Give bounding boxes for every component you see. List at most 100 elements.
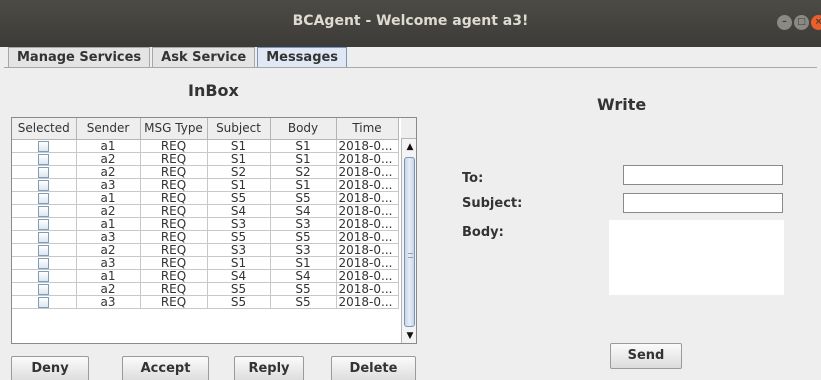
column-header-subject[interactable]: Subject	[207, 118, 271, 140]
cell-body: S5	[270, 295, 337, 309]
table-row[interactable]: a3 REQ S1 S1 2018-0...	[12, 178, 399, 192]
cell-body: S1	[270, 139, 337, 153]
cell-time: 2018-0...	[336, 256, 399, 270]
cell-sender: a3	[76, 230, 141, 244]
cell-time: 2018-0...	[336, 178, 399, 192]
deny-button[interactable]: Deny	[11, 356, 89, 380]
body-textarea[interactable]	[609, 220, 784, 295]
cell-body: S3	[270, 217, 337, 231]
row-select-checkbox[interactable]	[38, 257, 50, 268]
accept-button[interactable]: Accept	[122, 356, 209, 380]
cell-body: S2	[270, 165, 337, 179]
window-title: BCAgent - Welcome agent a3!	[292, 13, 529, 29]
column-header-msg-type[interactable]: MSG Type	[140, 118, 208, 140]
reply-button[interactable]: Reply	[234, 356, 304, 380]
cell-time: 2018-0...	[336, 217, 399, 231]
cell-body: S5	[270, 191, 337, 205]
inbox-table: Selected Sender MSG Type Subject Body Ti…	[11, 117, 417, 344]
cell-sender: a1	[76, 191, 141, 205]
maximize-icon[interactable]: □	[794, 15, 809, 30]
cell-time: 2018-0...	[336, 204, 399, 218]
table-row[interactable]: a2 REQ S1 S1 2018-0...	[12, 152, 399, 166]
tab-manage-services[interactable]: Manage Services	[8, 47, 151, 68]
send-button[interactable]: Send	[610, 343, 682, 369]
scroll-thumb[interactable]	[404, 157, 415, 327]
row-select-cell	[12, 243, 77, 257]
cell-sender: a1	[76, 139, 141, 153]
cell-body: S1	[270, 178, 337, 192]
cell-sender: a1	[76, 217, 141, 231]
cell-time: 2018-0...	[336, 165, 399, 179]
cell-subject: S1	[207, 139, 271, 153]
row-select-cell	[12, 139, 77, 153]
row-select-checkbox[interactable]	[38, 296, 50, 307]
write-title: Write	[597, 95, 647, 114]
scroll-up-icon[interactable]: ▲	[402, 139, 416, 155]
row-select-checkbox[interactable]	[38, 218, 50, 229]
cell-sender: a3	[76, 295, 141, 309]
table-row[interactable]: a1 REQ S3 S3 2018-0...	[12, 217, 399, 231]
column-header-time[interactable]: Time	[336, 118, 399, 140]
close-icon[interactable]: ×	[811, 15, 821, 30]
row-select-checkbox[interactable]	[38, 244, 50, 255]
table-row[interactable]: a3 REQ S5 S5 2018-0...	[12, 295, 399, 309]
column-header-body[interactable]: Body	[270, 118, 337, 140]
row-select-cell	[12, 178, 77, 192]
row-select-checkbox[interactable]	[38, 153, 50, 164]
cell-subject: S1	[207, 178, 271, 192]
cell-sender: a2	[76, 282, 141, 296]
cell-msg-type: REQ	[140, 230, 208, 244]
table-row[interactable]: a1 REQ S1 S1 2018-0...	[12, 139, 399, 153]
title-bar: BCAgent - Welcome agent a3! – □ ×	[0, 0, 821, 47]
to-field[interactable]	[623, 165, 783, 185]
cell-time: 2018-0...	[336, 282, 399, 296]
delete-button[interactable]: Delete	[331, 356, 416, 380]
cell-msg-type: REQ	[140, 191, 208, 205]
row-select-checkbox[interactable]	[38, 270, 50, 281]
row-select-checkbox[interactable]	[38, 166, 50, 177]
table-row[interactable]: a3 REQ S5 S5 2018-0...	[12, 230, 399, 244]
cell-sender: a2	[76, 165, 141, 179]
inbox-title: InBox	[188, 81, 239, 100]
table-row[interactable]: a2 REQ S5 S5 2018-0...	[12, 282, 399, 296]
cell-subject: S3	[207, 217, 271, 231]
subject-field[interactable]	[623, 193, 783, 213]
subject-label: Subject:	[462, 196, 523, 211]
column-header-selected[interactable]: Selected	[12, 118, 77, 140]
cell-subject: S5	[207, 191, 271, 205]
inbox-scrollbar[interactable]: ▲ ▼	[401, 139, 416, 343]
cell-msg-type: REQ	[140, 165, 208, 179]
cell-subject: S5	[207, 282, 271, 296]
column-header-sender[interactable]: Sender	[76, 118, 141, 140]
inbox-rows: a1 REQ S1 S1 2018-0... a2 REQ S1 S1 2018-0... a2 RE…	[12, 139, 399, 309]
row-select-checkbox[interactable]	[38, 140, 50, 151]
cell-body: S4	[270, 269, 337, 283]
row-select-checkbox[interactable]	[38, 179, 50, 190]
cell-msg-type: REQ	[140, 152, 208, 166]
cell-subject: S5	[207, 230, 271, 244]
table-row[interactable]: a3 REQ S1 S1 2018-0...	[12, 256, 399, 270]
cell-msg-type: REQ	[140, 139, 208, 153]
row-select-checkbox[interactable]	[38, 192, 50, 203]
row-select-checkbox[interactable]	[38, 283, 50, 294]
cell-sender: a2	[76, 204, 141, 218]
table-row[interactable]: a2 REQ S3 S3 2018-0...	[12, 243, 399, 257]
table-row[interactable]: a1 REQ S4 S4 2018-0...	[12, 269, 399, 283]
table-row[interactable]: a2 REQ S2 S2 2018-0...	[12, 165, 399, 179]
minimize-icon[interactable]: –	[777, 15, 792, 30]
cell-sender: a3	[76, 256, 141, 270]
row-select-checkbox[interactable]	[38, 231, 50, 242]
table-row[interactable]: a1 REQ S5 S5 2018-0...	[12, 191, 399, 205]
row-select-checkbox[interactable]	[38, 205, 50, 216]
cell-msg-type: REQ	[140, 178, 208, 192]
cell-msg-type: REQ	[140, 217, 208, 231]
row-select-cell	[12, 191, 77, 205]
cell-subject: S1	[207, 256, 271, 270]
row-select-cell	[12, 230, 77, 244]
scroll-down-icon[interactable]: ▼	[402, 328, 416, 343]
tab-messages[interactable]: Messages	[257, 47, 348, 68]
cell-subject: S2	[207, 165, 271, 179]
table-row[interactable]: a2 REQ S4 S4 2018-0...	[12, 204, 399, 218]
cell-msg-type: REQ	[140, 282, 208, 296]
tab-ask-service[interactable]: Ask Service	[152, 47, 256, 68]
